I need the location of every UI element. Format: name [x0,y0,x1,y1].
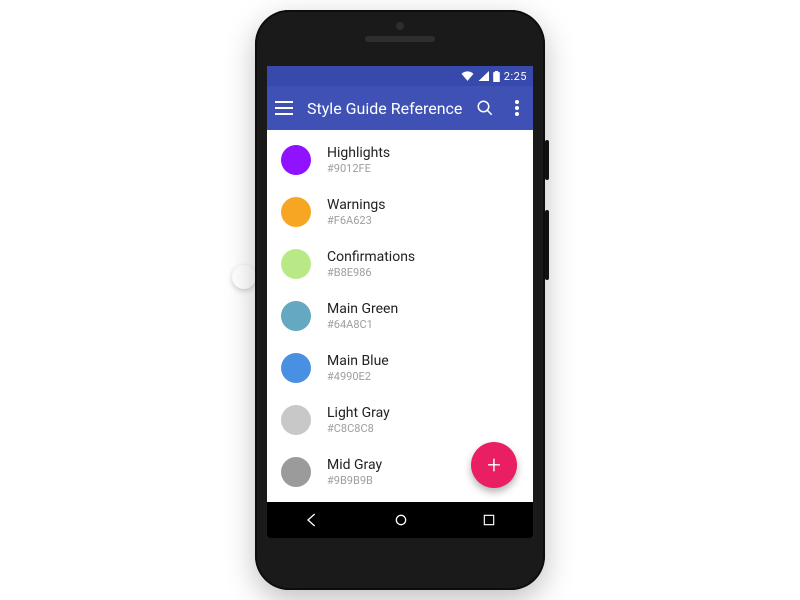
color-swatch [281,197,311,227]
overflow-menu-icon[interactable] [508,97,525,119]
menu-icon[interactable] [275,97,293,119]
phone-frame: 2:25 Style Guide Reference Highlights #9… [255,10,545,590]
color-hex: #9B9B9B [327,474,382,487]
list-item[interactable]: Highlights #9012FE [267,134,533,186]
color-name: Mid Gray [327,457,382,474]
list-item[interactable]: Confirmations #B8E986 [267,238,533,290]
color-hex: #9012FE [327,162,390,175]
color-swatch [281,405,311,435]
list-item[interactable]: Main Blue #4990E2 [267,342,533,394]
recents-icon[interactable] [482,513,496,527]
color-name: Warnings [327,197,386,214]
screen: 2:25 Style Guide Reference Highlights #9… [267,66,533,538]
list-item[interactable]: Warnings #F6A623 [267,186,533,238]
back-icon[interactable] [304,512,320,528]
decorative-circle [232,265,256,289]
color-swatch [281,457,311,487]
search-icon[interactable] [476,97,494,119]
color-name: Highlights [327,145,390,162]
color-name: Light Gray [327,405,390,422]
android-nav-bar [267,502,533,538]
home-icon[interactable] [393,512,409,528]
app-bar: Style Guide Reference [267,86,533,130]
app-title: Style Guide Reference [307,99,462,118]
status-bar: 2:25 [267,66,533,86]
color-swatch [281,145,311,175]
signal-icon [478,71,489,81]
color-swatch [281,249,311,279]
status-time: 2:25 [504,70,527,83]
color-name: Main Blue [327,353,389,370]
color-name: Main Green [327,301,398,318]
phone-camera [396,22,404,30]
color-hex: #B8E986 [327,266,415,279]
phone-speaker [365,36,435,42]
add-button[interactable]: + [471,442,517,488]
color-hex: #F6A623 [327,214,386,227]
list-item[interactable]: Main Green #64A8C1 [267,290,533,342]
color-hex: #4990E2 [327,370,389,383]
color-hex: #C8C8C8 [327,422,390,435]
color-swatch [281,353,311,383]
wifi-icon [461,71,474,81]
color-hex: #64A8C1 [327,318,398,331]
color-swatch [281,301,311,331]
battery-icon [493,71,500,82]
list-item[interactable]: Light Gray #C8C8C8 [267,394,533,446]
phone-volume-button [545,210,549,280]
plus-icon: + [487,451,501,479]
color-name: Confirmations [327,249,415,266]
phone-power-button [545,140,549,180]
